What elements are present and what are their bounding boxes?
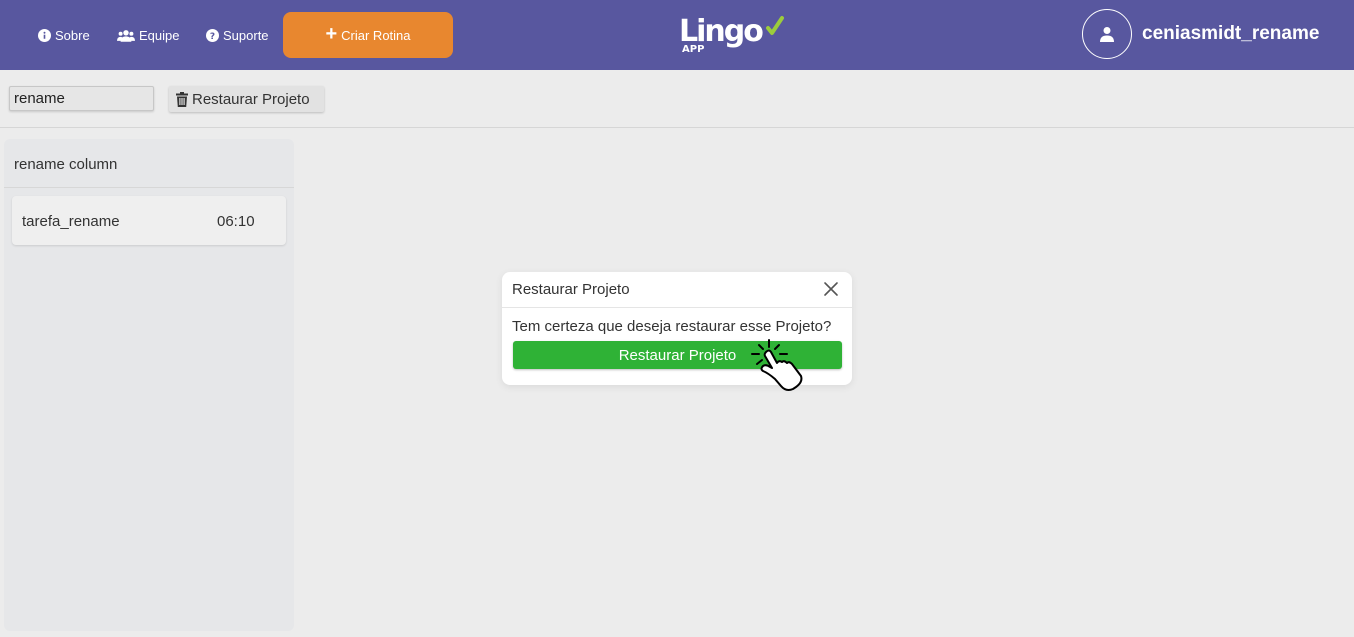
task-name: tarefa_rename <box>22 213 120 230</box>
user-avatar-icon <box>1100 27 1114 42</box>
project-toolbar: Restaurar Projeto <box>0 70 1354 128</box>
users-icon <box>117 29 135 42</box>
board-column: rename column tarefa_rename 06:10 <box>4 139 294 631</box>
nav-equipe[interactable]: Equipe <box>117 25 179 45</box>
nav-suporte-label: Suporte <box>223 27 269 43</box>
trash-icon <box>176 91 188 107</box>
project-name-input[interactable] <box>9 86 154 111</box>
nav-suporte[interactable]: ? Suporte <box>206 25 269 45</box>
plus-icon: + <box>325 23 338 45</box>
svg-text:APP: APP <box>682 44 704 55</box>
nav-equipe-label: Equipe <box>139 27 180 43</box>
svg-text:?: ? <box>210 31 215 41</box>
create-routine-label: Criar Rotina <box>341 27 411 43</box>
user-avatar[interactable] <box>1082 9 1132 59</box>
confirm-restore-button[interactable]: Restaurar Projeto <box>513 341 842 369</box>
question-icon: ? <box>206 28 219 42</box>
create-routine-button[interactable]: + Criar Rotina <box>283 12 453 58</box>
username[interactable]: ceniasmidt_rename <box>1142 23 1319 45</box>
task-card[interactable]: tarefa_rename 06:10 <box>12 196 286 245</box>
column-title[interactable]: rename column <box>4 139 294 188</box>
top-navbar: Sobre Equipe ? Suporte + Criar Rotina Li… <box>0 0 1354 70</box>
info-icon <box>38 28 51 42</box>
close-icon[interactable] <box>822 280 840 298</box>
nav-sobre[interactable]: Sobre <box>38 25 90 45</box>
modal-title: Restaurar Projeto <box>502 272 852 308</box>
restore-project-button[interactable]: Restaurar Projeto <box>169 86 324 112</box>
restore-project-label: Restaurar Projeto <box>192 90 310 108</box>
modal-message: Tem certeza que deseja restaurar esse Pr… <box>512 318 832 335</box>
nav-sobre-label: Sobre <box>55 27 90 43</box>
task-time: 06:10 <box>217 213 255 230</box>
restore-project-modal: Restaurar Projeto Tem certeza que deseja… <box>502 272 852 385</box>
lingo-logo[interactable]: Lingo APP <box>676 10 786 56</box>
